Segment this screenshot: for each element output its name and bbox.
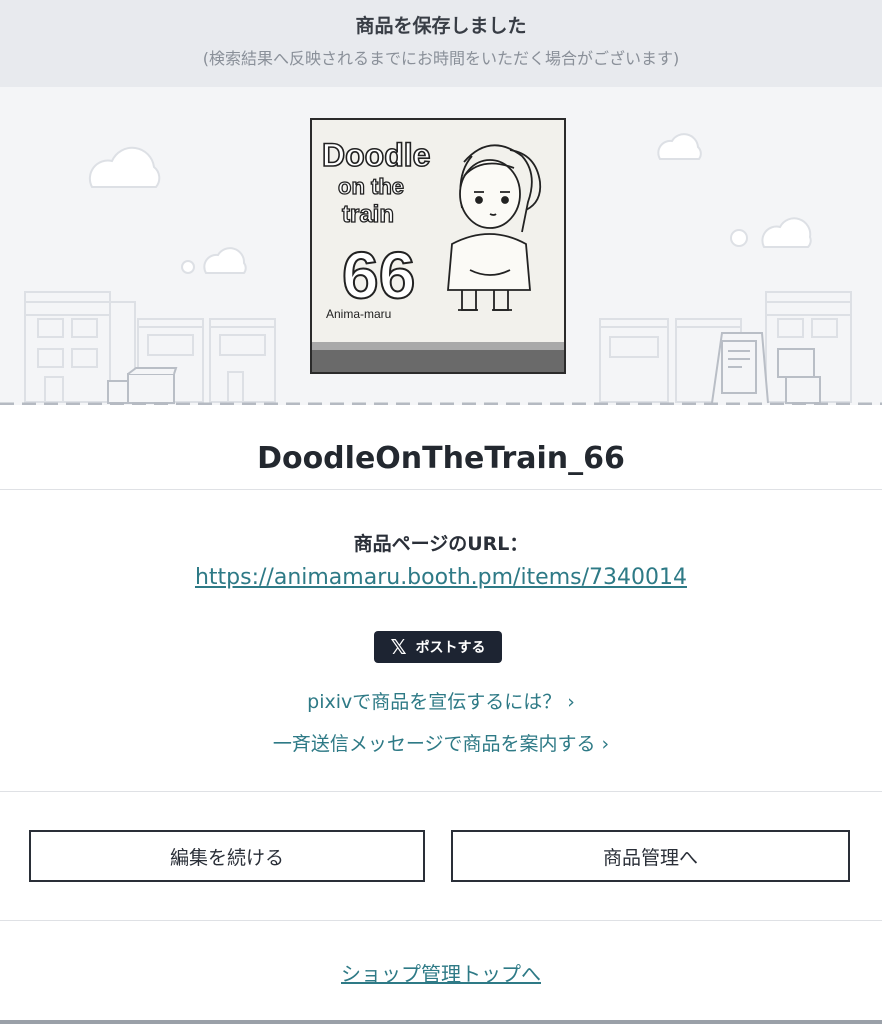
chevron-right-icon: › <box>601 733 610 755</box>
chevron-right-icon: › <box>567 691 575 713</box>
product-url-label: 商品ページのURL： <box>353 533 529 555</box>
x-logo-icon: 𝕏 <box>390 635 407 659</box>
product-url-link[interactable]: https://animamaru.booth.pm/items/7340014 <box>0 565 882 590</box>
broadcast-message-link[interactable]: 一斉送信メッセージで商品を案内する › <box>0 729 882 756</box>
product-hero: Doodle on the train 66 Anima-maru <box>0 87 882 405</box>
divider <box>0 920 882 921</box>
x-post-label: ポストする <box>415 640 486 656</box>
x-post-button[interactable]: 𝕏 ポストする <box>374 631 502 663</box>
thumbnail-title-line3: train <box>342 201 394 228</box>
continue-editing-button[interactable]: 編集を続ける <box>29 830 425 882</box>
thumbnail-title-line2: on the <box>338 174 404 199</box>
thumbnail-number: 66 <box>342 238 415 312</box>
continue-editing-label: 編集を続ける <box>169 846 284 869</box>
pixiv-promo-label: pixivで商品を宣伝するには？ <box>307 691 562 713</box>
broadcast-message-label: 一斉送信メッセージで商品を案内する <box>272 733 596 755</box>
product-management-label: 商品管理へ <box>602 846 698 869</box>
thumbnail-signature: Anima-maru <box>326 307 391 321</box>
product-management-button[interactable]: 商品管理へ <box>451 830 850 882</box>
product-thumbnail: Doodle on the train 66 Anima-maru <box>310 118 566 374</box>
thumbnail-title-line1: Doodle <box>322 137 430 173</box>
bottom-edge-bar <box>0 1020 882 1024</box>
save-notice-subtitle: (検索結果へ反映されるまでにお時間をいただく場合がございます) <box>202 49 680 68</box>
divider <box>0 791 882 792</box>
divider <box>0 489 882 490</box>
pixiv-promo-link[interactable]: pixivで商品を宣伝するには？ › <box>0 687 882 714</box>
save-notice-banner: 商品を保存しました (検索結果へ反映されるまでにお時間をいただく場合がございます… <box>0 0 882 87</box>
shop-management-top-link[interactable]: ショップ管理トップへ <box>0 958 882 987</box>
product-name: DoodleOnTheTrain_66 <box>257 441 625 476</box>
save-notice-title: 商品を保存しました <box>355 15 527 37</box>
